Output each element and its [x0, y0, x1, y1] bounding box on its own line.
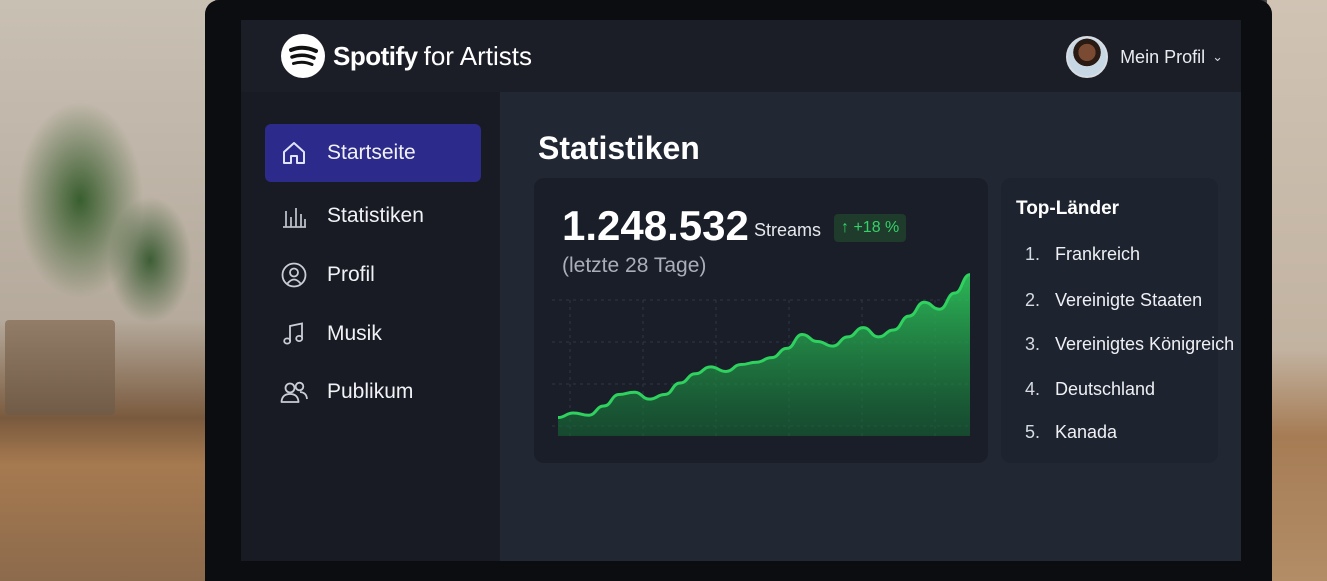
country-name: Deutschland [1055, 378, 1156, 399]
brand-logo[interactable]: Spotify for Artists [281, 34, 532, 78]
profile-menu[interactable]: Mein Profil ⌄ [1066, 36, 1223, 78]
sidebar-item-profil[interactable]: Profil [265, 246, 481, 304]
sidebar-item-statistiken[interactable]: Statistiken [265, 187, 481, 245]
users-icon [279, 377, 309, 407]
avatar [1066, 36, 1109, 78]
brand-name-light: for Artists [423, 40, 532, 71]
sidebar-item-publikum[interactable]: Publikum [265, 363, 481, 421]
country-name: Vereinigtes Königreich [1055, 333, 1235, 354]
sidebar-item-label: Statistiken [327, 204, 424, 227]
home-icon [279, 138, 309, 168]
list-item: 5. Kanada [1025, 420, 1117, 444]
sidebar-item-label: Profil [327, 263, 375, 286]
user-circle-icon [279, 260, 309, 290]
chevron-down-icon: ⌄ [1212, 49, 1223, 64]
country-name: Kanada [1055, 421, 1118, 442]
top-countries-title: Top-Länder [1016, 198, 1120, 219]
brand-name: Spotify for Artists [333, 41, 532, 72]
app-window: Spotify for Artists Mein Profil ⌄ Starts… [241, 20, 1241, 561]
spotify-icon [281, 34, 325, 78]
sidebar-item-musik[interactable]: Musik [265, 305, 481, 363]
sidebar-item-startseite[interactable]: Startseite [265, 124, 481, 182]
top-countries-card: Top-Länder 1. Frankreich 2. Vereinigte S… [1001, 178, 1234, 463]
country-name: Frankreich [1055, 243, 1141, 264]
list-item: 4. Deutschland [1025, 377, 1155, 401]
list-item: 2. Vereinigte Staaten [1025, 288, 1202, 312]
background-pot [5, 320, 115, 415]
streams-area [558, 274, 970, 436]
profile-label: Mein Profil [1120, 46, 1206, 67]
background-plant [0, 0, 215, 581]
list-item: 1. Frankreich [1025, 242, 1140, 266]
streams-chart [552, 273, 971, 436]
sidebar-item-label: Startseite [327, 141, 416, 164]
music-note-icon [279, 319, 309, 349]
country-rank: 1. [1025, 243, 1041, 264]
country-rank: 3. [1025, 333, 1041, 354]
main-content: Statistiken 1.248.532 Streams ↑ +18 % (l… [500, 92, 1241, 561]
background-wall [1267, 0, 1327, 581]
sidebar-item-label: Publikum [327, 380, 414, 403]
country-rank: 4. [1025, 378, 1041, 399]
top-bar: Spotify for Artists Mein Profil ⌄ [241, 20, 1241, 92]
list-item: 3. Vereinigtes Königreich [1025, 332, 1234, 356]
country-rank: 5. [1025, 421, 1041, 442]
country-rank: 2. [1025, 289, 1041, 310]
country-name: Vereinigte Staaten [1055, 289, 1203, 310]
bar-chart-icon [279, 201, 309, 231]
sidebar: Startseite Statistiken Profil Musik Publ… [241, 92, 499, 561]
brand-name-bold: Spotify [333, 40, 418, 71]
page-title: Statistiken [538, 130, 700, 166]
streams-card: 1.248.532 Streams ↑ +18 % (letzte 28 Tag… [534, 178, 988, 463]
sidebar-item-label: Musik [327, 322, 382, 345]
